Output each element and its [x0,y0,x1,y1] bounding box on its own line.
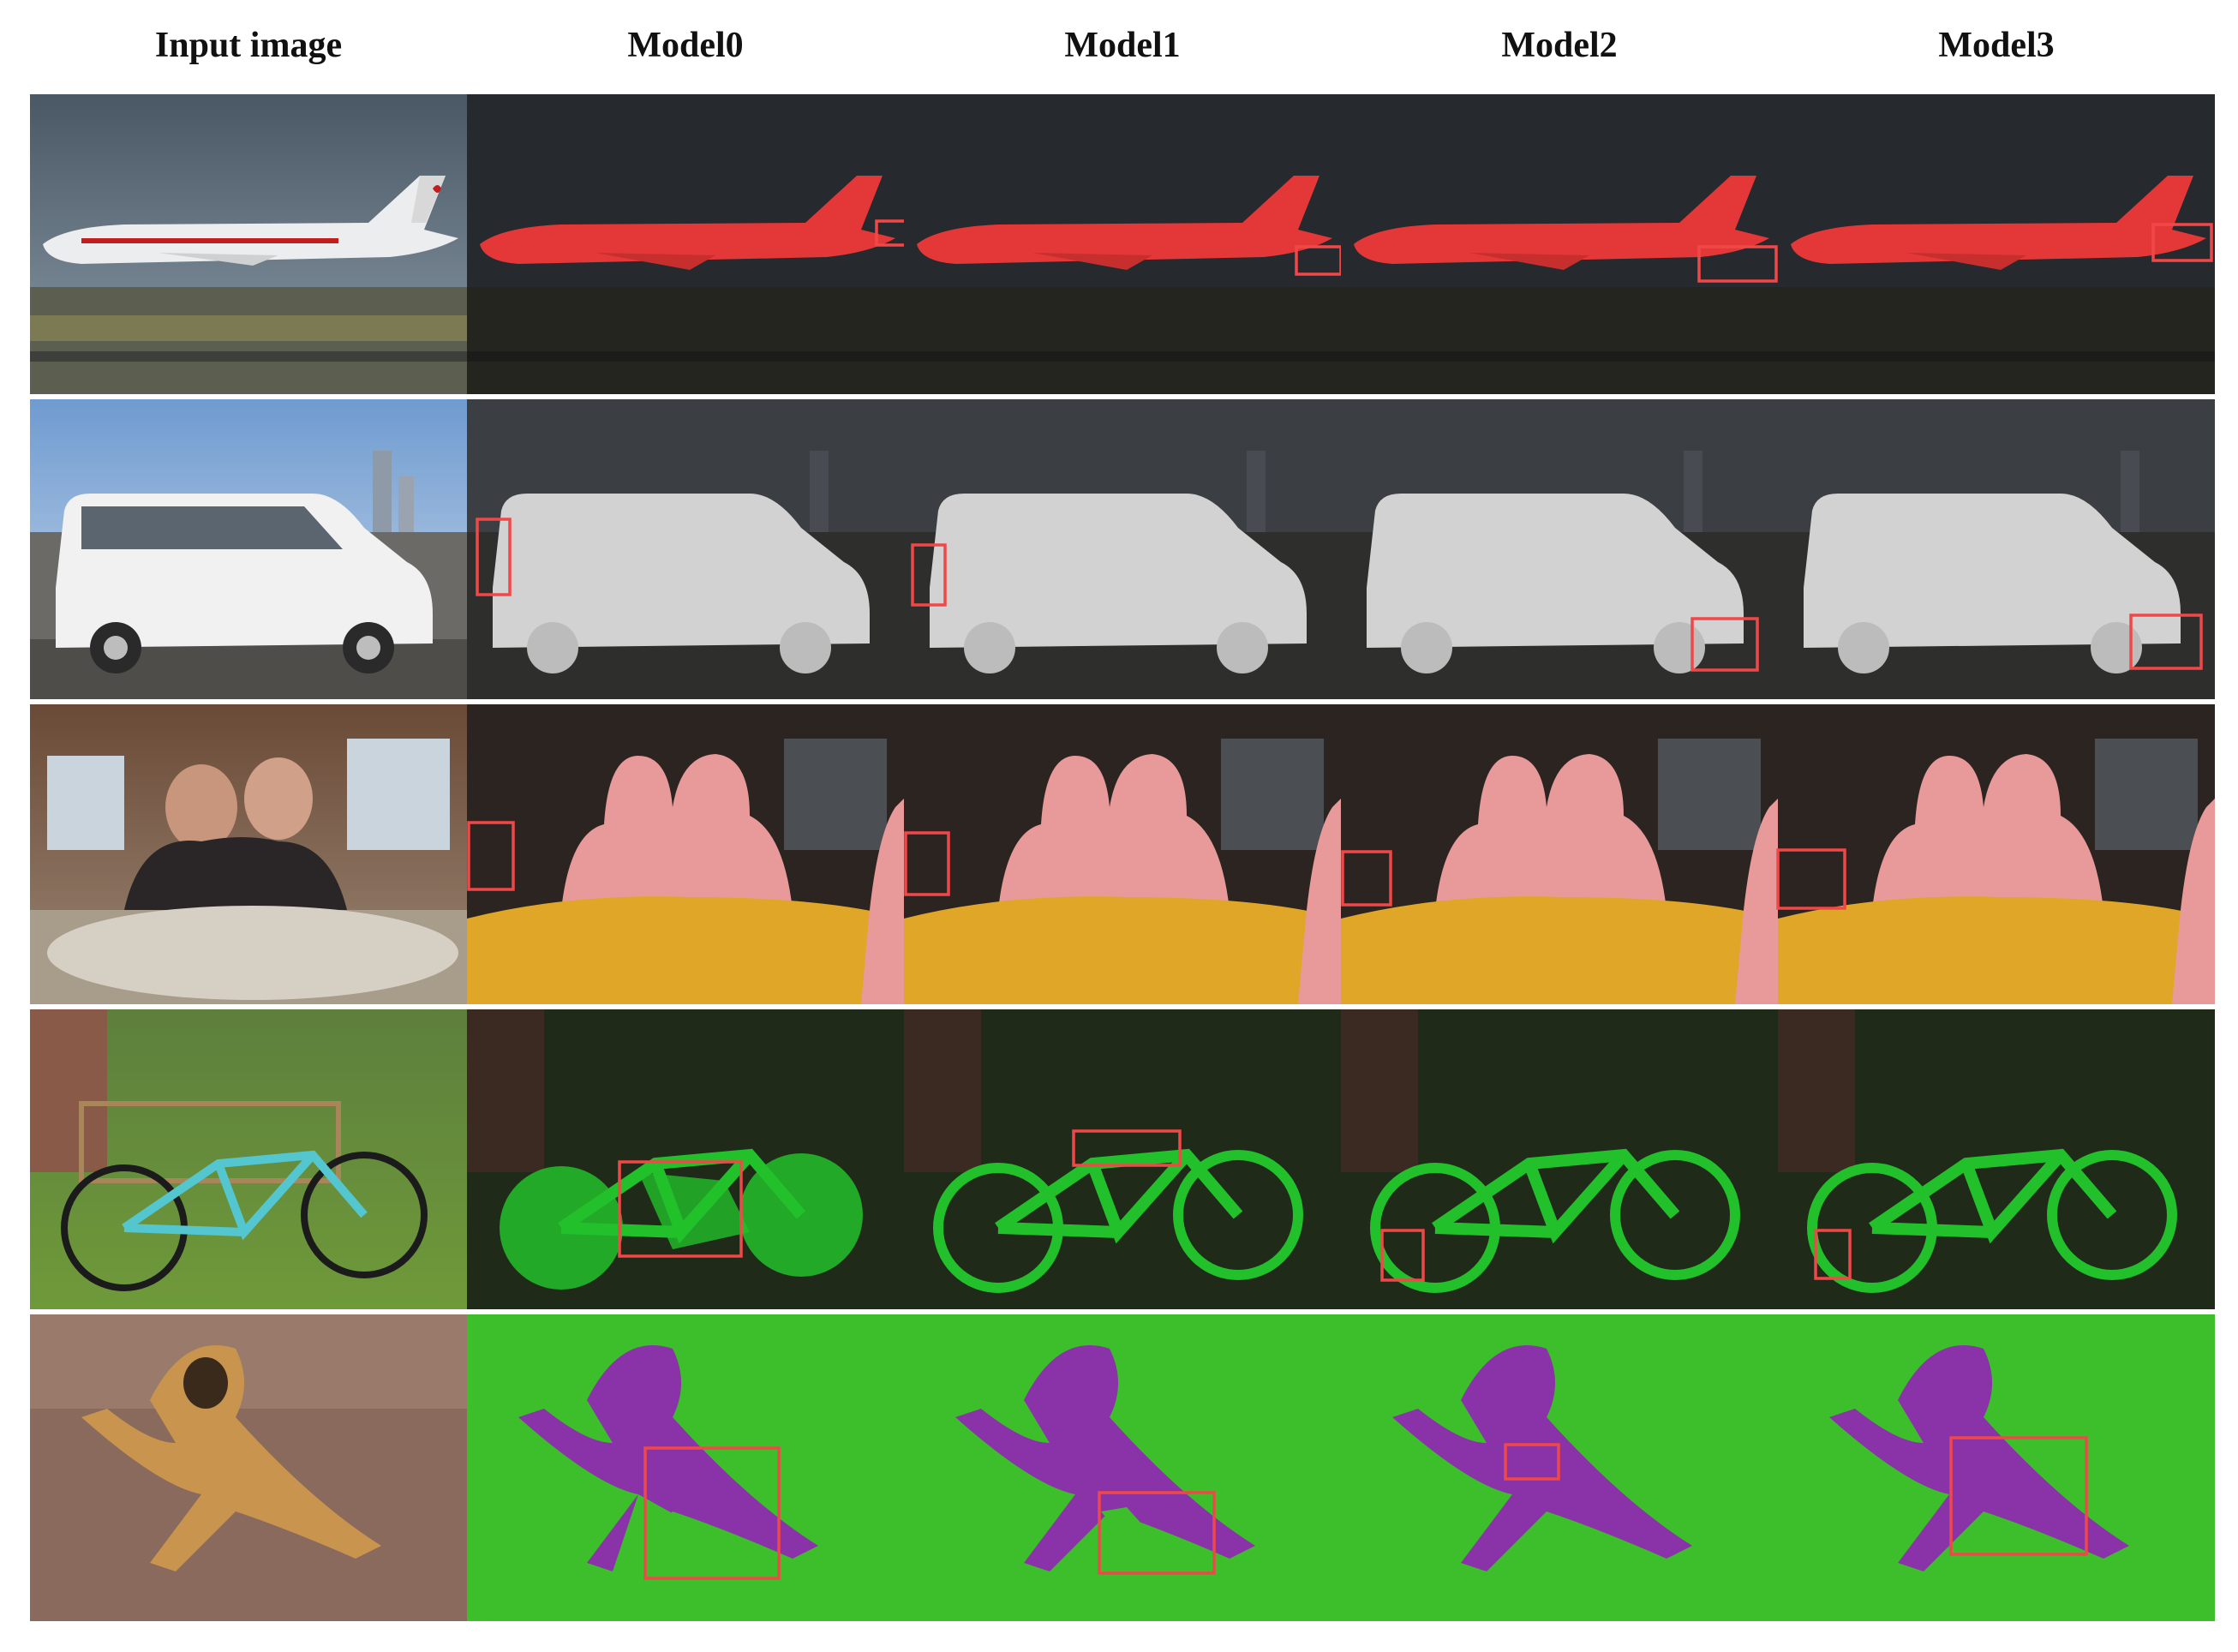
column-header-model2: Model2 [1501,26,1618,65]
table-mask [467,896,904,1004]
row-people-at-table [30,704,2215,1004]
row-van [30,399,2215,699]
model1-airplane [904,94,1343,394]
table-mask [1778,896,2215,1004]
input-image-bicycle [30,1009,467,1309]
model0-airplane [467,94,913,394]
input-image-dog [30,1314,467,1621]
row-dog [30,1314,2215,1621]
model3-airplane [1778,94,2215,394]
model0-van [467,399,904,699]
model2-dog [1341,1314,1778,1621]
input-image-airplane [30,94,467,394]
segmentation-comparison-grid [30,94,2215,1621]
model0-dog [467,1314,904,1621]
model1-people [904,704,1341,1004]
column-header-input-image: Input image [154,26,343,65]
model1-dog [904,1314,1341,1621]
column-header-model1: Model1 [1064,26,1181,65]
model2-van [1341,399,1778,699]
table-mask [1341,896,1778,1004]
model1-bicycle [904,1009,1341,1309]
column-header-model0: Model0 [627,26,744,65]
input-image-van [30,399,467,699]
model0-people [467,704,904,1004]
model3-van [1778,399,2215,699]
input-image-people [30,704,467,1004]
model1-van [904,399,1341,699]
model2-people [1341,704,1778,1004]
model3-bicycle [1778,1009,2215,1309]
column-header-model3: Model3 [1938,26,2055,65]
model2-airplane [1341,94,1778,394]
model3-people [1776,704,2215,1004]
model2-bicycle [1341,1009,1778,1309]
table-mask [904,896,1341,1004]
row-bicycle [30,1009,2215,1309]
model0-bicycle [467,1009,904,1309]
row-airplane [30,94,2215,394]
model3-dog [1778,1314,2215,1621]
